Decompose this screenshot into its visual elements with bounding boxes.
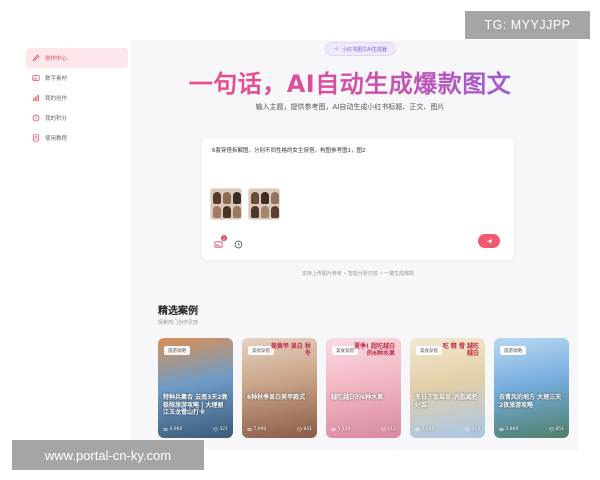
card-likes: 321 — [213, 427, 228, 432]
product-pill: ✧ 小红书图文AI生成器 — [325, 42, 396, 56]
pen-icon — [31, 54, 40, 63]
feature-hint: 支持上传图片参考 • 智能分析内容 • 一键生成爆款 — [301, 271, 415, 277]
card-top-text: 姜黄甲 显白 秋冬 — [270, 343, 311, 357]
eye-icon — [415, 427, 420, 432]
reference-image-1[interactable] — [210, 188, 242, 220]
featured-subtitle: 探索热门创作灵感 — [158, 320, 199, 326]
history-button[interactable] — [232, 238, 244, 250]
heart-icon — [213, 427, 218, 432]
card-views-value: 4,960 — [169, 427, 183, 432]
send-icon — [486, 238, 492, 244]
card-likes: 841 — [297, 427, 312, 432]
card-views-value: 3,860 — [505, 427, 519, 432]
card-views-value: 2,241 — [421, 427, 435, 432]
eye-icon — [247, 427, 252, 432]
sidebar-item-label: 数字素材 — [45, 76, 68, 82]
card-tag: 旅游攻略 — [164, 346, 190, 355]
heart-icon — [381, 427, 386, 432]
heart-icon — [465, 427, 470, 432]
sidebar-item-label: 使用教程 — [45, 136, 68, 142]
card-caption: 冬日下饭菜单 消脂减肥好菜 — [415, 394, 478, 409]
watermark-top: TG: MYYJJPP — [465, 11, 590, 39]
card-views: 5,120 — [331, 427, 350, 432]
card-caption: 去青风的地方 大理三天2夜旅游攻略 — [499, 394, 562, 409]
card-stats: 2,241 318 — [415, 427, 480, 432]
featured-title: 精选案例 — [158, 306, 198, 317]
image-count-badge: 2 — [221, 235, 227, 241]
card-stats: 3,860 851 — [499, 427, 564, 432]
image-icon — [31, 74, 40, 83]
upload-image-button[interactable]: 2 — [212, 235, 227, 250]
card-stats: 4,960 321 — [163, 427, 228, 432]
sidebar: 创作中心 数字素材 我的创作 我的积分 使用教程 — [22, 40, 130, 450]
card-views: 7,990 — [247, 427, 266, 432]
watermark-bottom: www.portal-cn-ky.com — [12, 440, 204, 470]
card-views: 4,960 — [163, 427, 182, 432]
sidebar-item-tutorial[interactable]: 使用教程 — [26, 128, 128, 148]
card-views-value: 5,120 — [337, 427, 351, 432]
send-button[interactable] — [478, 234, 500, 248]
eye-icon — [331, 427, 336, 432]
card-likes: 851 — [549, 427, 564, 432]
case-card[interactable]: 美妆穿搭 姜黄甲 显白 秋冬 6种秋季显白美甲款式 7,990 841 — [242, 338, 317, 438]
heart-icon — [297, 427, 302, 432]
case-card[interactable]: 美食穿搭 吃 精 雪 越吃越白 冬日下饭菜单 消脂减肥好菜 2,241 318 — [410, 338, 485, 438]
card-likes: 318 — [465, 427, 480, 432]
card-likes: 612 — [381, 427, 396, 432]
sidebar-item-my-points[interactable]: 我的积分 — [26, 108, 128, 128]
case-card[interactable]: 旅游攻略 特种兵集合 云南3天2晚极限旅游攻略 | 大理丽江玉龙雪山打卡 4,9… — [158, 338, 233, 438]
bars-icon — [31, 94, 40, 103]
sidebar-item-label: 创作中心 — [45, 56, 68, 62]
sparkle-icon: ✧ — [334, 45, 340, 53]
prompt-card[interactable]: 6套穿搭拆解图，分别不同性格的女生穿搭，构图参考图1，图2 2 — [202, 138, 514, 260]
card-top-text: 吃 精 雪 越吃越白 — [442, 343, 479, 357]
card-stats: 7,990 841 — [247, 427, 312, 432]
card-tag: 旅游攻略 — [500, 346, 526, 355]
card-views-value: 7,990 — [253, 427, 267, 432]
card-views: 2,241 — [415, 427, 434, 432]
card-caption: 特种兵集合 云南3天2晚极限旅游攻略 | 大理丽江玉龙雪山打卡 — [163, 394, 228, 416]
card-top-text: 夏季! 超吃越白的6种水果 — [354, 343, 395, 357]
card-likes-value: 321 — [219, 427, 228, 432]
sidebar-item-create-center[interactable]: 创作中心 — [26, 48, 128, 68]
app-window: 创作中心 数字素材 我的创作 我的积分 使用教程 ✧ 小红书图文AI生成器 一句… — [22, 40, 578, 450]
card-stats: 5,120 612 — [331, 427, 396, 432]
card-views: 3,860 — [499, 427, 518, 432]
card-caption: 越吃越白的6种水果 — [331, 394, 384, 401]
image-icon — [213, 240, 223, 248]
sidebar-item-digital-assets[interactable]: 数字素材 — [26, 68, 128, 88]
case-card[interactable]: 旅游攻略 去青风的地方 大理三天2夜旅游攻略 3,860 851 — [494, 338, 569, 438]
card-likes-value: 841 — [303, 427, 312, 432]
sidebar-item-label: 我的积分 — [45, 116, 68, 122]
document-icon — [31, 134, 40, 143]
hero-title: 一句话，AI自动生成爆款图文 — [130, 64, 570, 99]
sidebar-item-my-creations[interactable]: 我的创作 — [26, 88, 128, 108]
hero-subtitle: 输入主题，提供参考图，AI自动生成小红书标题、正文、图片 — [255, 103, 445, 111]
eye-icon — [499, 427, 504, 432]
clock-icon — [31, 114, 40, 123]
pill-label: 小红书图文AI生成器 — [342, 46, 387, 53]
prompt-input[interactable]: 6套穿搭拆解图，分别不同性格的女生穿搭，构图参考图1，图2 — [212, 146, 366, 154]
card-caption: 6种秋季显白美甲款式 — [247, 394, 306, 401]
input-toolbar: 2 — [212, 235, 252, 250]
card-likes-value: 851 — [555, 427, 564, 432]
card-likes-value: 318 — [471, 427, 480, 432]
case-card[interactable]: 美食穿搭 夏季! 超吃越白的6种水果 越吃越白的6种水果 5,120 612 — [326, 338, 401, 438]
main-content: ✧ 小红书图文AI生成器 一句话，AI自动生成爆款图文 输入主题，提供参考图，A… — [130, 40, 578, 450]
heart-icon — [549, 427, 554, 432]
reference-image-2[interactable] — [248, 188, 280, 220]
card-likes-value: 612 — [387, 427, 396, 432]
clock-icon — [234, 240, 242, 248]
sidebar-item-label: 我的创作 — [45, 96, 68, 102]
eye-icon — [163, 427, 168, 432]
